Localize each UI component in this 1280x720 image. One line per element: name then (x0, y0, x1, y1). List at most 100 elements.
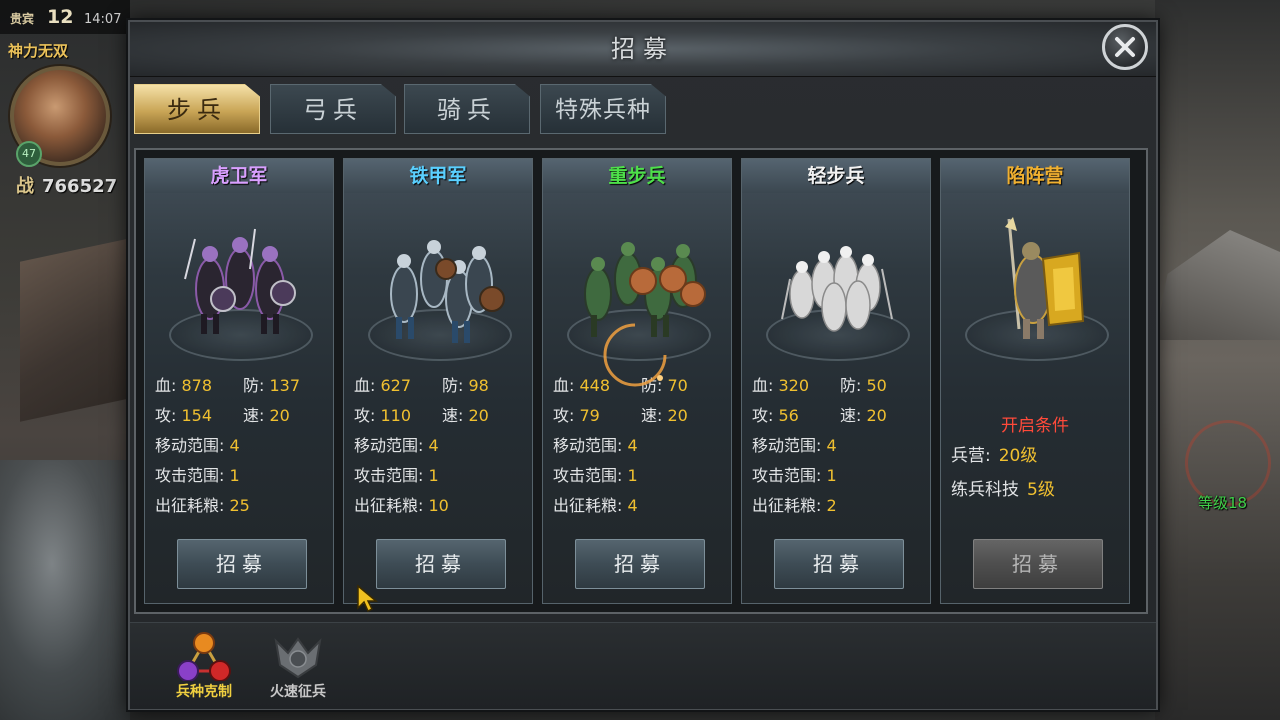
food-label: 出征耗粮: (752, 496, 822, 515)
dialog-title: 招募 (611, 35, 675, 63)
food-label: 出征耗粮: (354, 496, 424, 515)
def-value: 50 (866, 376, 887, 395)
range-value: 1 (428, 466, 439, 485)
def-label: 防: (840, 376, 862, 395)
unit-card-qingbubing: 轻步兵 血: 320 防: 50 攻: 56 速: 20 移动范围: 4 攻击范围:… (741, 158, 931, 604)
troop-portrait (390, 240, 505, 343)
food-value: 4 (627, 496, 638, 515)
unit-card-xianzhenying: 陷阵营 开启条件 兵营: 20级 练兵科技 5级 招募 (940, 158, 1130, 604)
unit-stats: 血: 878 防: 137 攻: 154 速: 20 移动范围: 4 攻击范围: 1… (155, 371, 331, 521)
def-value: 137 (269, 376, 301, 395)
spd-value: 20 (667, 406, 688, 425)
recruit-button[interactable]: 招募 (376, 539, 506, 589)
building-level-label[interactable]: 等级18 (1198, 492, 1247, 513)
pointer-cursor-icon (357, 584, 379, 613)
unit-name: 虎卫军 (145, 159, 333, 193)
power-display: 战 766527 (16, 172, 117, 198)
range-value: 1 (826, 466, 837, 485)
range-label: 攻击范围: (155, 466, 225, 485)
selection-glow-icon (603, 323, 667, 387)
troop-counter-label: 兵种克制 (176, 684, 232, 700)
food-value: 25 (229, 496, 250, 515)
vip-label[interactable]: 贵宾 (10, 10, 34, 27)
requirement-label: 练兵科技 (951, 480, 1019, 500)
background-building (20, 238, 130, 422)
unit-stats: 血: 320 防: 50 攻: 56 速: 20 移动范围: 4 攻击范围: 1 出… (752, 371, 928, 521)
hp-value: 627 (380, 376, 412, 395)
player-title: 神力无双 (8, 42, 69, 60)
def-value: 70 (667, 376, 688, 395)
food-value: 2 (826, 496, 837, 515)
background-roof (1155, 230, 1280, 340)
clock-time: 14:07 (84, 12, 122, 27)
def-value: 98 (468, 376, 489, 395)
tab-special[interactable]: 特殊兵种 (540, 84, 666, 134)
hp-label: 血: (354, 376, 376, 395)
range-value: 1 (229, 466, 240, 485)
move-label: 移动范围: (553, 436, 623, 455)
tab-cavalry[interactable]: 骑兵 (404, 84, 530, 134)
unit-card-tiejiajun: 铁甲军 血: 627 防: 98 攻: 110 速: 20 移动范围: 4 攻击范围… (343, 158, 533, 604)
background-right (1155, 0, 1280, 720)
move-value: 4 (627, 436, 638, 455)
atk-value: 154 (181, 406, 213, 425)
move-value: 4 (826, 436, 837, 455)
def-label: 防: (442, 376, 464, 395)
spd-label: 速: (840, 406, 862, 425)
hp-label: 血: (752, 376, 774, 395)
range-label: 攻击范围: (354, 466, 424, 485)
recruit-button[interactable]: 招募 (774, 539, 904, 589)
unit-stats: 血: 448 防: 70 攻: 79 速: 20 移动范围: 4 攻击范围: 1 出… (553, 371, 729, 521)
avatar-level-badge: 47 (16, 141, 42, 167)
move-label: 移动范围: (155, 436, 225, 455)
range-label: 攻击范围: (752, 466, 822, 485)
recruit-button[interactable]: 招募 (575, 539, 705, 589)
fast-recruit-icon (274, 637, 322, 679)
dialog-title-bar: 招募 (130, 22, 1156, 77)
move-label: 移动范围: (354, 436, 424, 455)
troop-counter-button[interactable]: 兵种克制 (164, 631, 244, 701)
unit-name: 铁甲军 (344, 159, 532, 193)
spd-value: 20 (866, 406, 887, 425)
unit-stats: 血: 627 防: 98 攻: 110 速: 20 移动范围: 4 攻击范围: 1 … (354, 371, 530, 521)
fast-recruit-button[interactable]: 火速征兵 (258, 631, 338, 701)
close-icon (1115, 37, 1135, 57)
spd-label: 速: (243, 406, 265, 425)
recruit-button-disabled[interactable]: 招募 (973, 539, 1103, 589)
spd-value: 20 (468, 406, 489, 425)
spd-label: 速: (442, 406, 464, 425)
close-button[interactable] (1102, 24, 1148, 70)
troop-portrait (184, 228, 296, 334)
tab-archer[interactable]: 弓兵 (270, 84, 396, 134)
vip-level[interactable]: 12 (47, 6, 73, 28)
spd-value: 20 (269, 406, 290, 425)
tab-infantry[interactable]: 步兵 (134, 84, 260, 134)
unit-name: 陷阵营 (941, 159, 1129, 193)
power-label: 战 (16, 176, 34, 197)
troop-portrait (1005, 217, 1085, 339)
atk-value: 56 (778, 406, 799, 425)
range-label: 攻击范围: (553, 466, 623, 485)
move-value: 4 (229, 436, 240, 455)
hp-label: 血: (553, 376, 575, 395)
spd-label: 速: (641, 406, 663, 425)
move-label: 移动范围: (752, 436, 822, 455)
recruit-button[interactable]: 招募 (177, 539, 307, 589)
power-value: 766527 (42, 176, 118, 197)
atk-value: 110 (380, 406, 412, 425)
requirement-label: 兵营: (951, 446, 991, 466)
hp-label: 血: (155, 376, 177, 395)
dialog-bottom-bar: 兵种克制 火速征兵 (130, 622, 1156, 709)
move-value: 4 (428, 436, 439, 455)
unit-card-huweijun: 虎卫军 血: 878 防: 137 攻: 154 速: 20 移动范围: 4 攻击范… (144, 158, 334, 604)
def-label: 防: (243, 376, 265, 395)
troop-portrait (781, 246, 893, 332)
unlock-condition-title: 开启条件 (1001, 416, 1069, 436)
requirement-value: 20级 (998, 446, 1038, 466)
unlock-requirement-barracks: 兵营: 20级 (951, 441, 1037, 466)
food-label: 出征耗粮: (155, 496, 225, 515)
background-snow (0, 460, 130, 720)
hp-value: 320 (778, 376, 810, 395)
troop-counter-icon (177, 632, 231, 682)
fast-recruit-label: 火速征兵 (270, 684, 326, 700)
